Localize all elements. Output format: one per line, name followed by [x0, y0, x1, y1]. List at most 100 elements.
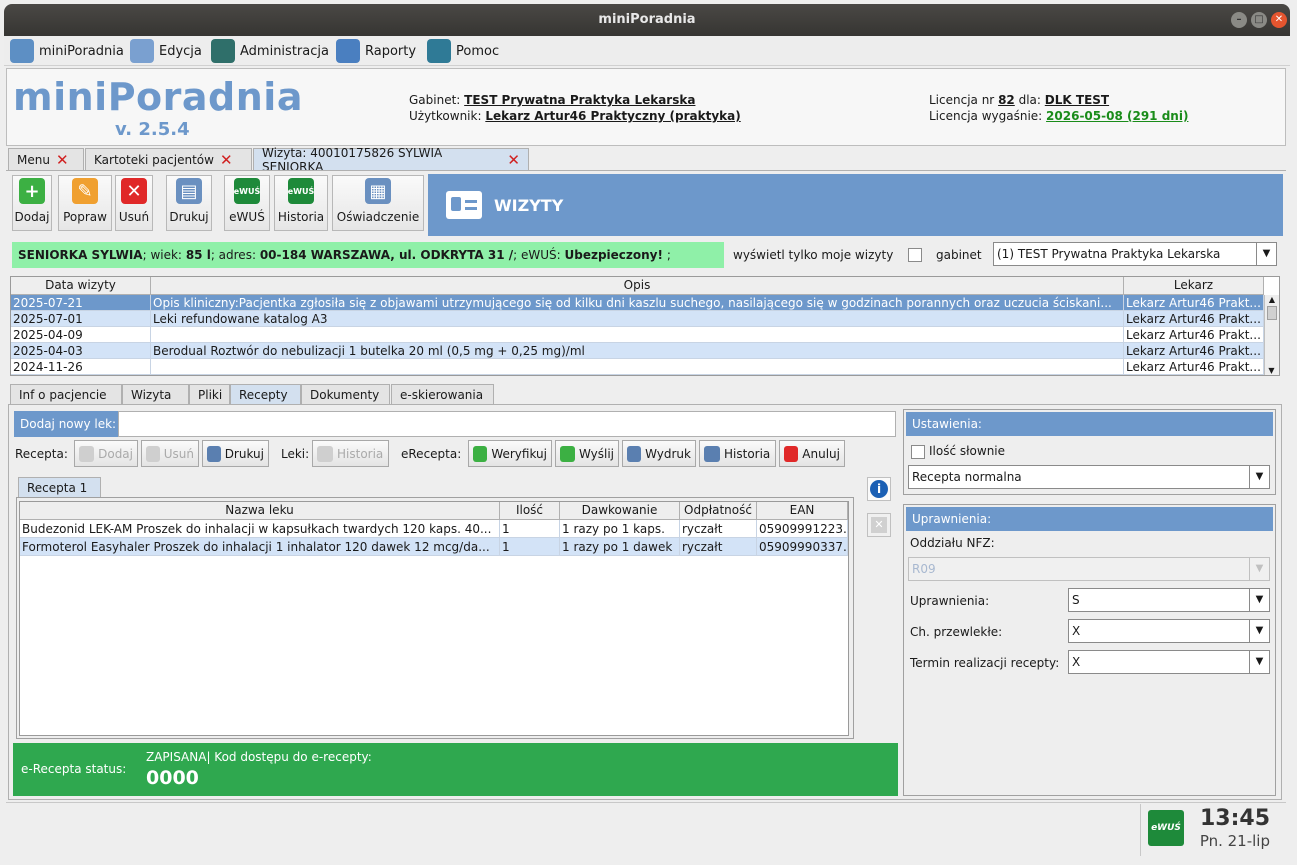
- printout-button[interactable]: Wydruk: [622, 440, 696, 467]
- table-row[interactable]: Budezonid LEK-AM Proszek do inhalacji w …: [20, 520, 848, 538]
- cell-qty: 1: [500, 520, 560, 537]
- recepta-type-select[interactable]: Recepta normalna ▼: [908, 465, 1270, 489]
- tab-label: e-skierowania: [400, 387, 484, 402]
- scroll-down-icon[interactable]: ▼: [1265, 366, 1278, 375]
- table-row[interactable]: 2025-07-21 Opis kliniczny:Pacjentka zgłos…: [11, 295, 1279, 311]
- menu-miniporadnia[interactable]: miniPoradnia: [10, 38, 124, 64]
- minimize-icon[interactable]: –: [1231, 12, 1247, 28]
- tab-pliki[interactable]: Pliki: [189, 384, 230, 404]
- col-dose[interactable]: Dawkowanie: [560, 502, 680, 520]
- tab-wizyta[interactable]: Wizyta: 40010175826 SYLWIA SENIORKA ✕: [253, 146, 529, 174]
- gabinet-select[interactable]: (1) TEST Prywatna Praktyka Lekarska ▼: [993, 242, 1277, 266]
- col-doctor[interactable]: Lekarz: [1124, 277, 1264, 295]
- cell-doctor: Lekarz Artur46 Prakt...: [1124, 359, 1264, 374]
- chevron-down-icon[interactable]: ▼: [1249, 620, 1269, 642]
- menu-raporty[interactable]: Raporty: [336, 38, 416, 64]
- term-select[interactable]: X ▼: [1068, 650, 1270, 674]
- chevron-down-icon[interactable]: ▼: [1256, 243, 1276, 265]
- delete-icon: ✕: [871, 517, 887, 533]
- table-row[interactable]: 2025-04-03 Berodual Roztwór do nebulizacj…: [11, 343, 1279, 359]
- erecepta-history-button[interactable]: Historia: [699, 440, 776, 467]
- chevron-down-icon[interactable]: ▼: [1249, 466, 1269, 488]
- chevron-down-icon[interactable]: ▼: [1249, 589, 1269, 611]
- table-row[interactable]: Formoterol Easyhaler Proszek do inhalacj…: [20, 538, 848, 556]
- recepta-type-value: Recepta normalna: [912, 470, 1022, 484]
- info-button[interactable]: i: [867, 477, 891, 501]
- ewus-button[interactable]: eWUŚ eWUŚ: [224, 175, 270, 231]
- menu-edycja[interactable]: Edycja: [130, 38, 202, 64]
- expiry-value: 2026-05-08 (291 dni): [1046, 109, 1189, 123]
- col-drug-name[interactable]: Nazwa leku: [20, 502, 500, 520]
- close-icon[interactable]: ✕: [1271, 12, 1287, 28]
- tab-dokumenty[interactable]: Dokumenty: [301, 384, 390, 404]
- recepta-delete-button[interactable]: Usuń: [141, 440, 199, 467]
- maximize-icon[interactable]: □: [1251, 12, 1267, 28]
- clock-time: 13:45: [1199, 806, 1270, 831]
- chevron-down-icon[interactable]: ▼: [1249, 651, 1269, 673]
- tab-recepta-1[interactable]: Recepta 1: [18, 477, 101, 498]
- close-tab-icon[interactable]: ✕: [507, 151, 520, 169]
- tab-wizyta-sub[interactable]: Wizyta: [122, 384, 189, 404]
- table-row[interactable]: 2025-07-01 Leki refundowane katalog A3 Lek…: [11, 311, 1279, 327]
- cell-doctor: Lekarz Artur46 Prakt...: [1124, 311, 1264, 326]
- doctor-icon: [10, 39, 34, 63]
- tab-e-skierowania[interactable]: e-skierowania: [391, 384, 494, 404]
- uprawnienia-select[interactable]: S ▼: [1068, 588, 1270, 612]
- license-info: Licencja nr 82 dla: DLK TEST: [929, 92, 1109, 108]
- chevron-down-icon[interactable]: ▼: [1249, 558, 1269, 580]
- close-tab-icon[interactable]: ✕: [56, 151, 69, 169]
- menu-administracja[interactable]: Administracja: [211, 38, 329, 64]
- ewus-status-icon[interactable]: eWUŚ: [1148, 810, 1184, 846]
- button-label: Anuluj: [802, 446, 840, 461]
- admin-icon: [211, 39, 235, 63]
- tab-menu[interactable]: Menu ✕: [8, 148, 84, 170]
- col-qty[interactable]: Ilość: [500, 502, 560, 520]
- print-button[interactable]: ▤ Drukuj: [166, 175, 212, 231]
- expiry-info: Licencja wygaśnie: 2026-05-08 (291 dni): [929, 108, 1188, 124]
- menu-pomoc[interactable]: Pomoc: [427, 38, 499, 64]
- statement-button[interactable]: ▦ Oświadczenie: [332, 175, 424, 231]
- add-button[interactable]: + Dodaj: [12, 175, 52, 231]
- button-label: Wyślij: [578, 446, 614, 461]
- col-date[interactable]: Data wizyty: [11, 277, 151, 295]
- button-label: Historia: [337, 446, 384, 461]
- verify-button[interactable]: Weryfikuj: [468, 440, 552, 467]
- only-mine-checkbox[interactable]: [908, 248, 922, 262]
- delete-button[interactable]: ✕ Usuń: [115, 175, 153, 231]
- term-label: Termin realizacji recepty:: [910, 656, 1060, 670]
- col-payment[interactable]: Odpłatność: [680, 502, 757, 520]
- ilosc-slownie-checkbox[interactable]: [911, 445, 925, 459]
- table-row[interactable]: 2024-11-26 Lekarz Artur46 Prakt...: [11, 359, 1279, 375]
- button-label: eWUŚ: [229, 210, 265, 224]
- menu-label: Raporty: [365, 43, 417, 59]
- history-button[interactable]: eWUŚ Historia: [274, 175, 328, 231]
- tab-label: Pliki: [198, 387, 223, 402]
- tab-info[interactable]: Inf o pacjencie: [10, 384, 122, 404]
- ewus-icon: eWUŚ: [234, 178, 260, 204]
- scroll-up-icon[interactable]: ▲: [1265, 295, 1279, 304]
- table-row[interactable]: 2025-04-09 Lekarz Artur46 Prakt...: [11, 327, 1279, 343]
- edit-button[interactable]: ✎ Popraw: [58, 175, 112, 231]
- remove-drug-button[interactable]: ✕: [867, 513, 891, 537]
- tab-recepty[interactable]: Recepty: [230, 384, 301, 404]
- recepta-print-button[interactable]: Drukuj: [202, 440, 269, 467]
- chronic-select[interactable]: X ▼: [1068, 619, 1270, 643]
- scroll-thumb[interactable]: [1267, 306, 1277, 320]
- send-button[interactable]: Wyślij: [555, 440, 619, 467]
- send-icon: [560, 445, 575, 462]
- close-tab-icon[interactable]: ✕: [220, 151, 233, 169]
- col-desc[interactable]: Opis: [151, 277, 1124, 295]
- add-drug-input[interactable]: [118, 411, 896, 437]
- cancel-button[interactable]: Anuluj: [779, 440, 845, 467]
- expiry-label: Licencja wygaśnie:: [929, 109, 1043, 123]
- visits-scrollbar[interactable]: ▲ ▼: [1264, 295, 1279, 375]
- leki-history-button[interactable]: Historia: [312, 440, 389, 467]
- ewus-label: ; eWUŚ:: [513, 248, 561, 262]
- window-titlebar: miniPoradnia – □ ✕: [4, 4, 1290, 36]
- visits-table: Data wizyty Opis Lekarz 2025-07-21 Opis k…: [10, 276, 1280, 376]
- col-ean[interactable]: EAN: [757, 502, 848, 520]
- chronic-value: X: [1072, 624, 1081, 638]
- tab-kartoteki[interactable]: Kartoteki pacjentów ✕: [85, 148, 252, 170]
- oddzial-select[interactable]: R09 ▼: [908, 557, 1270, 581]
- recepta-add-button[interactable]: Dodaj: [74, 440, 138, 467]
